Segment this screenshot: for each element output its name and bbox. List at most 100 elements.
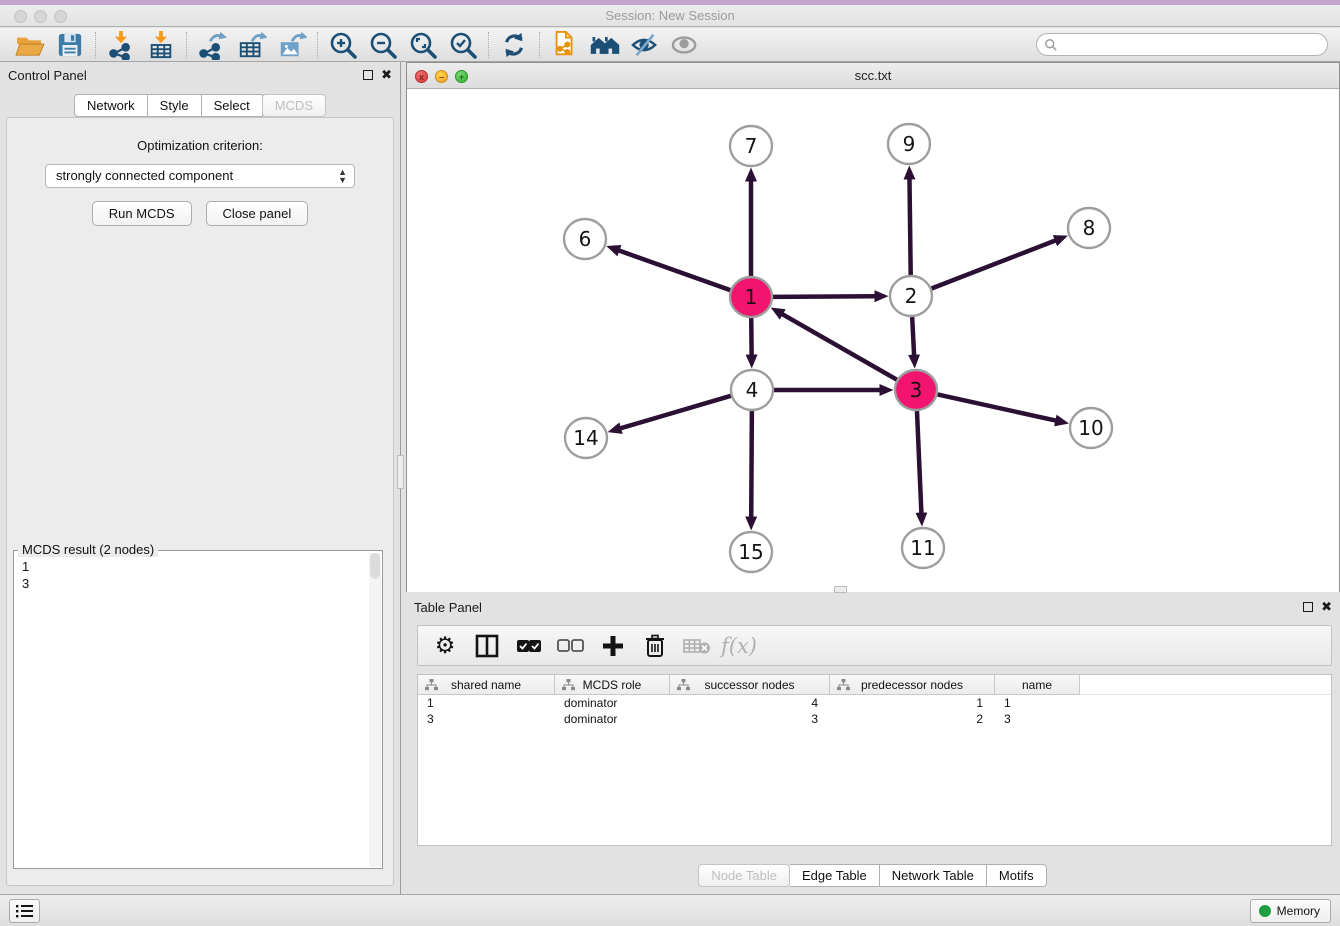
graph-node-2[interactable]: 2: [890, 276, 932, 316]
float-panel-icon[interactable]: [363, 70, 373, 80]
svg-text:1: 1: [745, 285, 758, 309]
table-settings-button[interactable]: ⚙: [428, 630, 462, 662]
tab-select[interactable]: Select: [202, 94, 263, 117]
import-table-button[interactable]: [141, 30, 181, 60]
network-window-titlebar[interactable]: x – + scc.txt: [407, 63, 1339, 89]
tab-edge-table[interactable]: Edge Table: [790, 864, 880, 887]
cell-predecessor-nodes[interactable]: 2: [830, 712, 995, 726]
close-table-panel-icon[interactable]: ✖: [1321, 599, 1332, 615]
graph-edge-4-14[interactable]: [621, 396, 731, 428]
mcds-result-list[interactable]: 1 3: [14, 554, 368, 868]
cell-shared-name[interactable]: 1: [418, 696, 555, 710]
table-row[interactable]: 3 dominator 3 2 3: [418, 711, 1331, 727]
close-panel-button[interactable]: Close panel: [206, 201, 309, 226]
hide-details-button[interactable]: [625, 30, 665, 60]
toolbar-separator: [539, 32, 540, 58]
zoom-selected-button[interactable]: [443, 30, 483, 60]
graph-edge-3-11[interactable]: [917, 411, 921, 513]
graph-edge-1-6[interactable]: [619, 251, 730, 291]
column-header-mcds-role[interactable]: MCDS role: [555, 675, 670, 695]
column-header-name[interactable]: name: [995, 675, 1080, 695]
task-history-button[interactable]: [9, 899, 40, 923]
app-titlebar: Session: New Session: [0, 0, 1340, 27]
tab-style[interactable]: Style: [148, 94, 202, 117]
delete-column-button[interactable]: [638, 630, 672, 662]
result-scrollbar[interactable]: [369, 553, 381, 867]
select-all-columns-button[interactable]: [512, 630, 546, 662]
cell-mcds-role[interactable]: dominator: [555, 712, 670, 726]
graph-node-10[interactable]: 10: [1070, 408, 1112, 448]
graph-edge-4-15[interactable]: [751, 411, 752, 517]
home-view-button[interactable]: [585, 30, 625, 60]
tab-node-table[interactable]: Node Table: [698, 864, 790, 887]
table-panel-title: Table Panel: [414, 600, 482, 615]
export-network-button[interactable]: [192, 30, 232, 60]
delete-table-button[interactable]: [680, 630, 714, 662]
network-view-window: x – + scc.txt 7 9 6 8 1 2 4 3 14 10 15 11: [406, 62, 1340, 592]
column-header-shared-name[interactable]: shared name: [418, 675, 555, 695]
vertical-splitter-handle[interactable]: [397, 455, 404, 489]
export-image-button[interactable]: [272, 30, 312, 60]
run-mcds-button[interactable]: Run MCDS: [92, 201, 192, 226]
close-panel-icon[interactable]: ✖: [381, 67, 392, 83]
graph-node-4[interactable]: 4: [731, 370, 773, 410]
show-columns-button[interactable]: [470, 630, 504, 662]
float-table-panel-icon[interactable]: [1303, 602, 1313, 612]
graph-node-6[interactable]: 6: [564, 219, 606, 259]
graph-edge-3-10[interactable]: [937, 394, 1055, 420]
search-input[interactable]: [1058, 38, 1308, 52]
graph-node-9[interactable]: 9: [888, 124, 930, 164]
cell-successor-nodes[interactable]: 4: [670, 696, 830, 710]
graph-node-3[interactable]: 3: [895, 370, 937, 410]
open-session-button[interactable]: [10, 30, 50, 60]
function-builder-button[interactable]: f(x): [722, 630, 756, 662]
graph-node-15[interactable]: 15: [730, 532, 772, 572]
clone-network-button[interactable]: [545, 30, 585, 60]
table-panel: Table Panel ✖ ⚙: [406, 594, 1340, 894]
graph-edge-3-1[interactable]: [782, 314, 896, 380]
refresh-network-button[interactable]: [494, 30, 534, 60]
column-header-successor-nodes[interactable]: successor nodes: [670, 675, 830, 695]
column-header-predecessor-nodes[interactable]: predecessor nodes: [830, 675, 995, 695]
graph-edge-1-2[interactable]: [773, 296, 875, 297]
table-panel-header: Table Panel ✖: [406, 594, 1340, 620]
criterion-select[interactable]: strongly connected component ▲▼: [45, 164, 355, 188]
graph-node-14[interactable]: 14: [565, 418, 607, 458]
table-row[interactable]: 1 dominator 4 1 1: [418, 695, 1331, 711]
graph-edge-2-8[interactable]: [932, 240, 1056, 288]
save-session-button[interactable]: [50, 30, 90, 60]
zoom-fit-button[interactable]: [403, 30, 443, 60]
tab-network-table[interactable]: Network Table: [880, 864, 987, 887]
svg-text:4: 4: [746, 378, 759, 402]
network-canvas[interactable]: 7 9 6 8 1 2 4 3 14 10 15 11: [407, 89, 1339, 592]
add-column-button[interactable]: [596, 630, 630, 662]
control-panel-header: Control Panel ✖: [0, 62, 400, 88]
cell-successor-nodes[interactable]: 3: [670, 712, 830, 726]
svg-text:7: 7: [745, 134, 758, 158]
cell-name[interactable]: 3: [995, 712, 1080, 726]
graph-node-11[interactable]: 11: [902, 528, 944, 568]
tab-motifs[interactable]: Motifs: [987, 864, 1047, 887]
graph-edge-2-9[interactable]: [909, 179, 910, 275]
network-graph[interactable]: 7 9 6 8 1 2 4 3 14 10 15 11: [407, 89, 1339, 592]
horizontal-splitter-handle[interactable]: [834, 586, 847, 593]
show-details-button[interactable]: [665, 30, 705, 60]
memory-button[interactable]: Memory: [1250, 899, 1331, 923]
zoom-out-button[interactable]: [363, 30, 403, 60]
zoom-in-button[interactable]: [323, 30, 363, 60]
graph-node-8[interactable]: 8: [1068, 208, 1110, 248]
zoom-out-icon: [368, 30, 398, 60]
cell-name[interactable]: 1: [995, 696, 1080, 710]
graph-node-7[interactable]: 7: [730, 126, 772, 166]
cell-mcds-role[interactable]: dominator: [555, 696, 670, 710]
graph-node-1[interactable]: 1: [730, 277, 772, 317]
import-network-button[interactable]: [101, 30, 141, 60]
search-box[interactable]: [1036, 33, 1328, 56]
unselect-all-columns-button[interactable]: [554, 630, 588, 662]
export-table-button[interactable]: [232, 30, 272, 60]
graph-edge-2-3[interactable]: [912, 317, 914, 355]
cell-predecessor-nodes[interactable]: 1: [830, 696, 995, 710]
tab-network[interactable]: Network: [74, 94, 148, 117]
tab-mcds[interactable]: MCDS: [262, 94, 326, 117]
cell-shared-name[interactable]: 3: [418, 712, 555, 726]
